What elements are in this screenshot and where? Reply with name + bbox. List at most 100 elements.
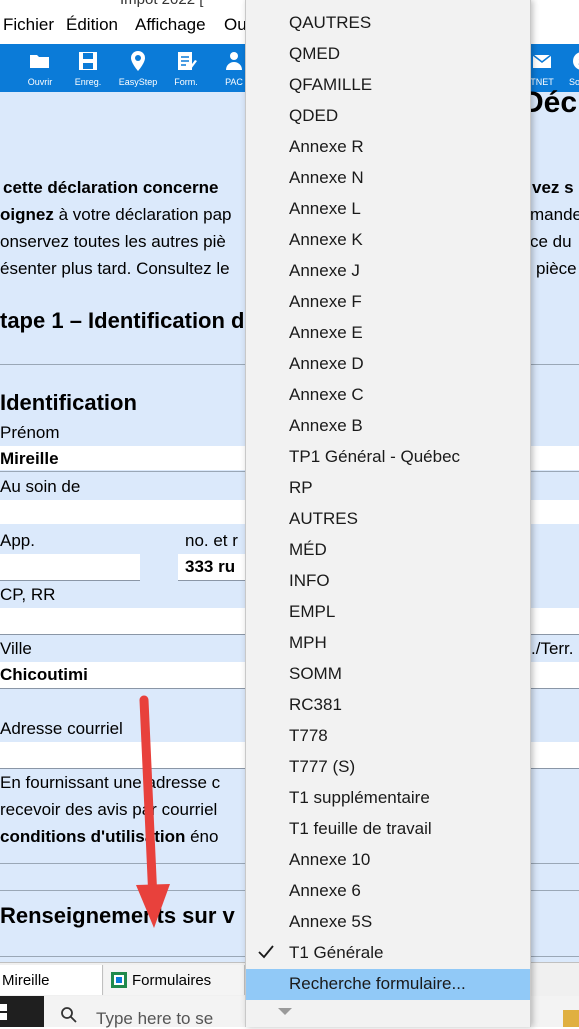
dropdown-item[interactable]: INFO [246, 566, 530, 597]
prenom-label: Prénom [0, 423, 60, 442]
dropdown-item-label: MPH [289, 633, 327, 652]
no-rue-value: 333 ru [185, 557, 236, 576]
note-line-3-rest: éno [185, 827, 219, 846]
save-button-label: Enreg. [74, 77, 102, 87]
dropdown-item-label: EMPL [289, 602, 336, 621]
dropdown-item[interactable]: MÉD [246, 535, 530, 566]
dropdown-item[interactable]: Annexe B [246, 411, 530, 442]
dropdown-item-label: QDED [289, 106, 339, 125]
dropdown-item[interactable]: QAUTRES [246, 8, 530, 39]
dropdown-item-label: RP [289, 478, 313, 497]
dropdown-item[interactable]: T778 [246, 721, 530, 752]
dropdown-item-label: Annexe 10 [289, 850, 371, 869]
intro-line-2: oignez à votre déclaration pap [0, 205, 232, 225]
dropdown-item-label: INFO [289, 571, 330, 590]
dropdown-item[interactable]: Annexe C [246, 380, 530, 411]
dropdown-item[interactable]: Annexe E [246, 318, 530, 349]
app-field[interactable] [0, 554, 140, 581]
dropdown-item[interactable]: Annexe F [246, 287, 530, 318]
pin-icon [131, 51, 145, 71]
intro-line-1-right: vez s [532, 178, 574, 197]
dropdown-item[interactable]: EMPL [246, 597, 530, 628]
dropdown-item[interactable]: TP1 Général - Québec [246, 442, 530, 473]
dropdown-item[interactable]: QMED [246, 39, 530, 70]
taskbar-app-icon[interactable] [563, 1010, 579, 1027]
intro-line-2-right: mande [530, 205, 579, 224]
people-icon [226, 52, 242, 70]
dropdown-item[interactable]: Recherche formulaire... [246, 969, 530, 1000]
renseignements-title: Renseignements sur v [0, 903, 235, 928]
dropdown-item-label: MÉD [289, 540, 327, 559]
dropdown-item[interactable]: AUTRES [246, 504, 530, 535]
dropdown-item-label: Annexe F [289, 292, 362, 311]
intro-line-2-rest: à votre déclaration pap [53, 205, 232, 224]
dropdown-item[interactable]: SOMM [246, 659, 530, 690]
intro-line-4-right: pièce [536, 259, 577, 278]
folder-icon [30, 55, 49, 68]
dropdown-item-label: TP1 Général - Québec [289, 447, 461, 466]
courriel-label: Adresse courriel [0, 719, 123, 738]
save-icon [79, 52, 97, 70]
dropdown-item[interactable]: Annexe R [246, 132, 530, 163]
dropdown-item[interactable]: Annexe N [246, 163, 530, 194]
no-rue-label: no. et r [185, 531, 238, 550]
dropdown-item-label: QAUTRES [289, 13, 372, 32]
dropdown-item[interactable]: Annexe L [246, 194, 530, 225]
search-icon [61, 1007, 77, 1023]
form-button-label: Form. [174, 77, 198, 87]
dropdown-item-label: AUTRES [289, 509, 358, 528]
form-button[interactable]: Form. [162, 44, 210, 92]
dropdown-item[interactable]: MPH [246, 628, 530, 659]
ville-label: Ville [0, 639, 32, 658]
dropdown-item[interactable]: Annexe 5S [246, 907, 530, 938]
client-tab-label: Mireille [2, 972, 50, 989]
dropdown-item-label: Annexe C [289, 385, 364, 404]
forms-tab[interactable]: Formulaires [104, 965, 245, 995]
dropdown-item[interactable]: QDED [246, 101, 530, 132]
menu-fichier[interactable]: Fichier [3, 15, 54, 35]
dropdown-item-label: Annexe K [289, 230, 363, 249]
windows-start-icon[interactable] [0, 1002, 16, 1022]
window-title-fragment: Impot 2022 [ [120, 0, 203, 8]
dropdown-item[interactable]: T1 Générale [246, 938, 530, 969]
menu-outils[interactable]: Ou [224, 15, 247, 35]
dropdown-item[interactable]: T1 supplémentaire [246, 783, 530, 814]
chevron-down-icon[interactable] [275, 1006, 295, 1018]
dropdown-item-label: RC381 [289, 695, 342, 714]
dropdown-item-label: Annexe N [289, 168, 364, 187]
client-tab[interactable]: Mireille [0, 965, 103, 995]
easystep-button-label: EasyStep [118, 77, 158, 87]
dropdown-item-label: T777 (S) [289, 757, 356, 776]
dropdown-item[interactable]: T1 feuille de travail [246, 814, 530, 845]
summary-icon: $ [573, 52, 579, 70]
dropdown-item[interactable]: Annexe 10 [246, 845, 530, 876]
checkmark-icon [258, 945, 274, 959]
open-button-label: Ouvrir [27, 77, 53, 87]
dropdown-item-label: QMED [289, 44, 340, 63]
dropdown-item[interactable]: RP [246, 473, 530, 504]
dropdown-item[interactable]: Annexe D [246, 349, 530, 380]
dropdown-item[interactable]: QFAMILLE [246, 70, 530, 101]
dropdown-item[interactable]: Annexe 6 [246, 876, 530, 907]
dropdown-item[interactable]: RC381 [246, 690, 530, 721]
au-soin-label: Au soin de [0, 477, 81, 496]
dropdown-item[interactable]: Annexe K [246, 225, 530, 256]
intro-line-3: onservez toutes les autres piè [0, 232, 226, 251]
dropdown-item[interactable]: T777 (S) [246, 752, 530, 783]
ville-value: Chicoutimi [0, 665, 88, 684]
forms-dropdown-menu: QAUTRES QMED QFAMILLE QDED Annexe R Annexe N A… [245, 0, 531, 1027]
menu-edition[interactable]: Édition [66, 15, 118, 35]
menu-affichage[interactable]: Affichage [135, 15, 206, 35]
summary-button[interactable]: $ Somm [558, 44, 579, 92]
save-button[interactable]: Enreg. [64, 44, 112, 92]
dropdown-item[interactable]: Annexe J [246, 256, 530, 287]
forms-tab-label: Formulaires [132, 972, 212, 989]
dropdown-item-label: T1 Générale [289, 943, 384, 962]
step-title: tape 1 – Identification d [0, 308, 245, 333]
cp-label: CP, RR [0, 585, 56, 604]
open-button[interactable]: Ouvrir [16, 44, 64, 92]
dropdown-item-label: Annexe R [289, 137, 364, 156]
forms-icon [111, 972, 127, 988]
easystep-button[interactable]: EasyStep [114, 44, 162, 92]
dropdown-item-label: Annexe E [289, 323, 363, 342]
